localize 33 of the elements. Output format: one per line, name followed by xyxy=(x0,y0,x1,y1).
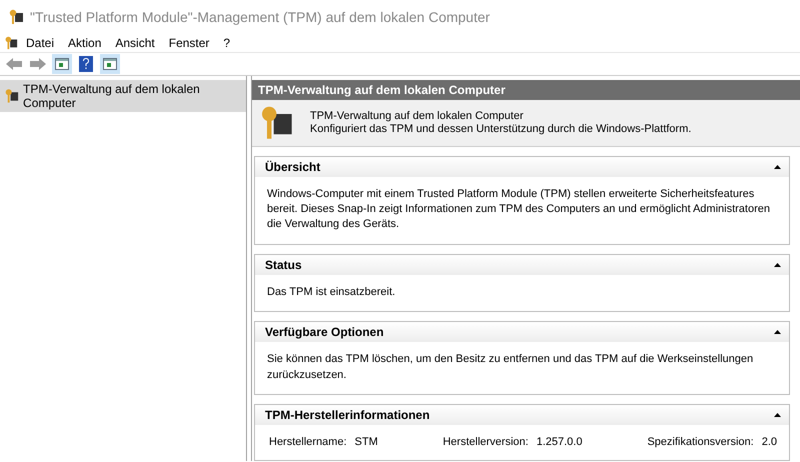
field-label: Herstellerversion: xyxy=(442,436,528,448)
description-text: Konfiguriert das TPM und dessen Unterstützung durch die Windows-Plattform. xyxy=(310,123,692,136)
collapse-caret-icon[interactable] xyxy=(774,164,781,169)
field-value: STM xyxy=(354,436,378,448)
section-text: Das TPM ist einsatzbereit. xyxy=(266,284,396,300)
collapse-caret-icon[interactable] xyxy=(774,413,781,417)
field-value: 2.0 xyxy=(762,436,777,448)
menu-item[interactable]: Ansicht xyxy=(109,36,161,50)
pane-title: TPM-Verwaltung auf dem lokalen Computer xyxy=(252,80,800,100)
description-heading: TPM-Verwaltung auf dem lokalen Computer xyxy=(310,110,524,122)
section-text: Windows-Computer mit einem Trusted Platform Module (TPM) stellen erweiterte Sicherheitsfeatures bereit. Dieses Snap-In zeigt Informationen zum TPM des Computers an und ermöglicht Administratoren die Verwaltung des Geräts. xyxy=(266,186,771,232)
app-icon xyxy=(8,9,24,25)
field-label: Herstellername: xyxy=(269,436,347,448)
window-title: "Trusted Platform Module"-Management (TPM) auf dem lokalen Computer xyxy=(30,9,490,25)
section-title: Übersicht xyxy=(265,160,320,174)
action-pane-icon[interactable] xyxy=(100,54,120,74)
menu-item[interactable]: Fenster xyxy=(162,36,216,50)
section-title: Status xyxy=(265,258,302,272)
tpm-key-icon xyxy=(4,88,20,104)
app-menu-icon xyxy=(4,36,18,50)
help-icon[interactable] xyxy=(76,54,96,74)
tree-item[interactable]: TPM-Verwaltung auf dem lokalen Computer xyxy=(0,80,246,112)
section-title: TPM-Herstellerinformationen xyxy=(265,408,430,422)
section-title: Verfügbare Optionen xyxy=(265,325,384,340)
console-tree-icon[interactable] xyxy=(52,54,72,74)
section-text: Sie können das TPM löschen, um den Besitz zu entfernen und das TPM auf die Werkseinstellungen zurückzusetzen. xyxy=(266,352,754,383)
field-label: Spezifikationsversion: xyxy=(647,436,754,448)
collapse-caret-icon[interactable] xyxy=(774,330,781,334)
menu-item[interactable]: ? xyxy=(217,36,236,50)
collapse-caret-icon[interactable] xyxy=(774,262,781,267)
field-value: 1.257.0.0 xyxy=(536,436,582,448)
menu-item[interactable]: Datei xyxy=(20,36,60,50)
menu-item[interactable]: Aktion xyxy=(62,36,108,50)
